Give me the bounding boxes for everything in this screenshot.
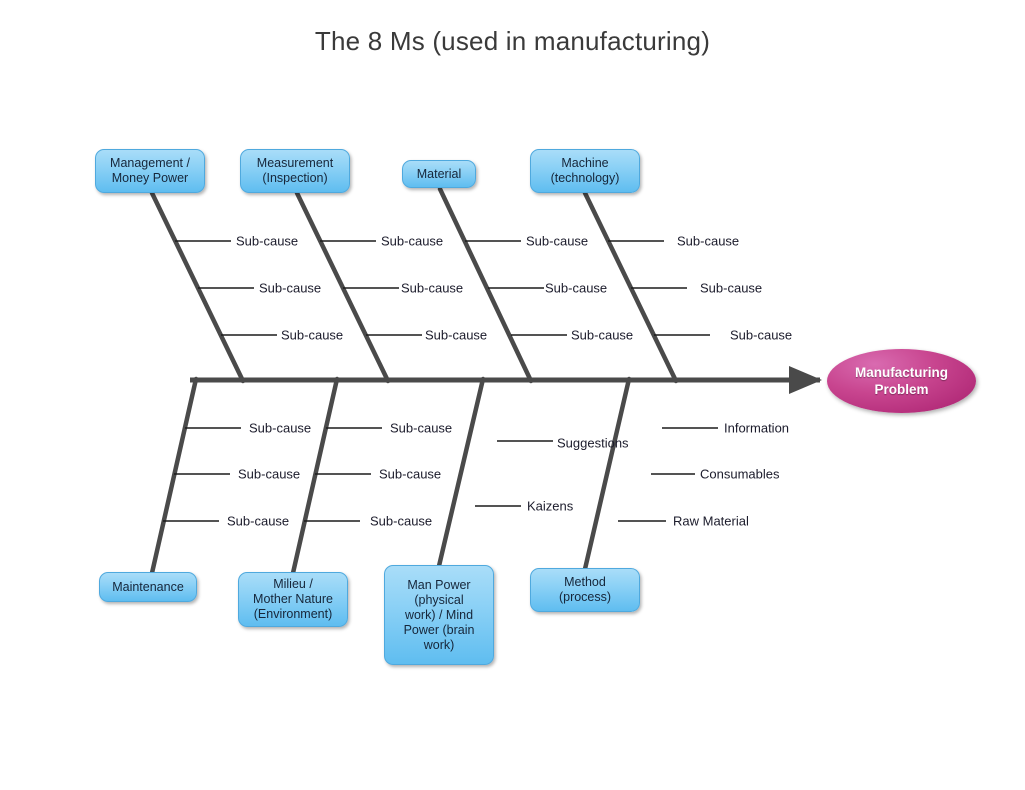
sub-cause-label[interactable]: Sub-cause	[379, 467, 441, 482]
category-box-man-power[interactable]: Man Power (physical work) / Mind Power (…	[384, 565, 494, 665]
sub-cause-label[interactable]: Information	[724, 421, 789, 436]
category-box-method[interactable]: Method (process)	[530, 568, 640, 612]
category-box-machine[interactable]: Machine (technology)	[530, 149, 640, 193]
sub-cause-label[interactable]: Raw Material	[673, 514, 749, 529]
sub-cause-label[interactable]: Sub-cause	[281, 328, 343, 343]
sub-cause-label[interactable]: Sub-cause	[677, 234, 739, 249]
category-box-management[interactable]: Management / Money Power	[95, 149, 205, 193]
sub-cause-label[interactable]: Kaizens	[527, 499, 573, 514]
category-box-maintenance[interactable]: Maintenance	[99, 572, 197, 602]
sub-cause-label[interactable]: Sub-cause	[238, 467, 300, 482]
sub-cause-label[interactable]: Sub-cause	[700, 281, 762, 296]
category-label-milieu: Milieu / Mother Nature (Environment)	[253, 577, 333, 621]
category-box-milieu[interactable]: Milieu / Mother Nature (Environment)	[238, 572, 348, 627]
bone-man-power	[436, 376, 486, 569]
category-label-material: Material	[416, 166, 462, 181]
bone-method	[582, 376, 632, 572]
sub-cause-label[interactable]: Sub-cause	[370, 514, 432, 529]
category-label-method: Method (process)	[558, 575, 612, 604]
category-label-maintenance: Maintenance	[112, 579, 184, 594]
bone-management	[149, 190, 246, 384]
category-label-management: Management / Money Power	[110, 156, 190, 185]
category-label-measurement: Measurement (Inspection)	[256, 156, 334, 185]
sub-cause-label[interactable]: Sub-cause	[236, 234, 298, 249]
sub-cause-label[interactable]: Sub-cause	[227, 514, 289, 529]
sub-cause-label[interactable]: Sub-cause	[425, 328, 487, 343]
sub-cause-label[interactable]: Consumables	[700, 467, 780, 482]
sub-cause-label[interactable]: Sub-cause	[249, 421, 311, 436]
category-label-machine: Machine (technology)	[550, 156, 620, 185]
sub-cause-label[interactable]: Sub-cause	[401, 281, 463, 296]
sub-cause-label[interactable]: Sub-cause	[571, 328, 633, 343]
sub-cause-label[interactable]: Suggestions	[557, 436, 629, 451]
effect-node[interactable]: Manufacturing Problem	[827, 349, 976, 413]
sub-cause-label[interactable]: Sub-cause	[545, 281, 607, 296]
category-box-material[interactable]: Material	[402, 160, 476, 188]
sub-cause-label[interactable]: Sub-cause	[390, 421, 452, 436]
sub-cause-label[interactable]: Sub-cause	[526, 234, 588, 249]
category-box-measurement[interactable]: Measurement (Inspection)	[240, 149, 350, 193]
bone-maintenance	[149, 376, 199, 576]
effect-label: Manufacturing Problem	[855, 365, 948, 397]
sub-cause-label[interactable]: Sub-cause	[259, 281, 321, 296]
fishbone-diagram: The 8 Ms (used in manufacturing) Managem…	[0, 0, 1025, 790]
sub-cause-label[interactable]: Sub-cause	[381, 234, 443, 249]
sub-cause-label[interactable]: Sub-cause	[730, 328, 792, 343]
category-label-man-power: Man Power (physical work) / Mind Power (…	[403, 577, 475, 652]
